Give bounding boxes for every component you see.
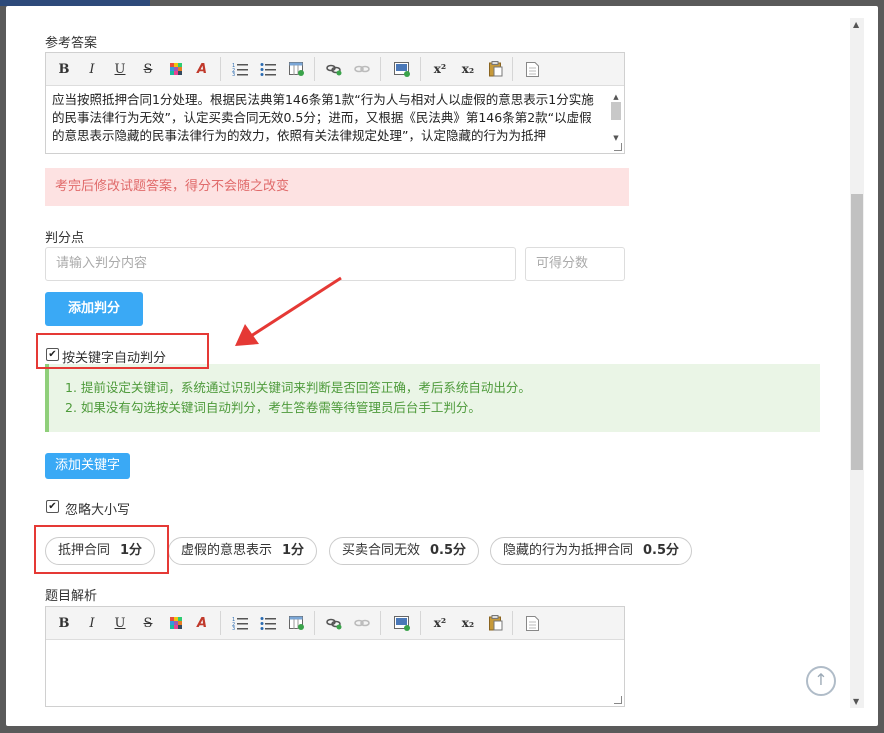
insert-table-icon[interactable] [286, 613, 306, 633]
superscript-icon[interactable]: x² [430, 59, 450, 79]
dialog-content: 参考答案 B I U S A 123 x² x₂ 应当按照抵押合同1分处理。根据… [6, 6, 848, 726]
keyword-text: 虚假的意思表示 [181, 543, 273, 558]
unordered-list-icon[interactable] [258, 59, 278, 79]
strikethrough-icon[interactable]: S [138, 59, 158, 79]
scoring-score-input[interactable]: 可得分数 [525, 247, 625, 281]
paste-icon[interactable] [486, 59, 506, 79]
strikethrough-icon[interactable]: S [138, 613, 158, 633]
bold-icon[interactable]: B [54, 59, 74, 79]
toolbar-divider [314, 611, 315, 635]
editor-toolbar: B I U S A 123 x² x₂ [46, 607, 624, 640]
keyword-score: 0.5分 [430, 543, 467, 558]
scrollbar-thumb[interactable] [851, 194, 863, 470]
add-scoring-button[interactable]: 添加判分 [45, 292, 143, 326]
keyword-text: 隐藏的行为为抵押合同 [503, 543, 634, 558]
analysis-text-area[interactable] [46, 640, 624, 704]
notice-banner: 考完后修改试题答案，得分不会随之改变 [45, 168, 629, 206]
hint-line-2: 2. 如果没有勾选按关键词自动判分，考生答卷需等待管理员后台手工判分。 [65, 400, 481, 415]
unordered-list-icon[interactable] [258, 613, 278, 633]
font-color-icon[interactable] [166, 613, 186, 633]
editor-toolbar: B I U S A 123 x² x₂ [46, 53, 624, 86]
subscript-icon[interactable]: x₂ [458, 59, 478, 79]
superscript-icon[interactable]: x² [430, 613, 450, 633]
toolbar-divider [512, 57, 513, 81]
subscript-icon[interactable]: x₂ [458, 613, 478, 633]
svg-text:3: 3 [232, 72, 235, 76]
add-keyword-button[interactable]: 添加关键字 [45, 453, 130, 479]
ordered-list-icon[interactable]: 123 [230, 613, 250, 633]
underline-icon[interactable]: U [110, 613, 130, 633]
scroll-down-arrow-icon[interactable]: ▼ [853, 697, 859, 706]
font-color-icon[interactable] [166, 59, 186, 79]
ordered-list-icon[interactable]: 123 [230, 59, 250, 79]
link-icon[interactable] [324, 613, 344, 633]
answer-text[interactable]: 应当按照抵押合同1分处理。根据民法典第146条第1款“行为人与相对人以虚假的意思… [46, 86, 624, 155]
keyword-score: 0.5分 [643, 543, 680, 558]
toolbar-divider [380, 611, 381, 635]
keyword-text: 买卖合同无效 [342, 543, 421, 558]
toolbar-divider [220, 611, 221, 635]
paste-icon[interactable] [486, 613, 506, 633]
highlight-box-keyword-auto [36, 333, 209, 369]
toolbar-divider [420, 611, 421, 635]
resize-handle[interactable] [614, 143, 622, 151]
hint-line-1: 1. 提前设定关键词，系统通过识别关键词来判断是否回答正确，考后系统自动出分。 [65, 380, 531, 395]
svg-text:3: 3 [232, 626, 235, 630]
link-icon[interactable] [324, 59, 344, 79]
unlink-icon[interactable] [352, 59, 372, 79]
analysis-label: 题目解析 [45, 589, 98, 604]
answer-editor[interactable]: B I U S A 123 x² x₂ 应当按照抵押合同1分处理。根据民法典第1… [45, 52, 625, 154]
insert-image-icon[interactable] [392, 59, 412, 79]
toolbar-divider [420, 57, 421, 81]
clear-format-icon[interactable]: A [192, 613, 212, 633]
scroll-up-arrow-icon[interactable]: ▲ [853, 20, 859, 29]
highlight-box-keyword-tag [34, 525, 169, 574]
scoring-label: 判分点 [45, 231, 85, 246]
italic-icon[interactable]: I [82, 59, 102, 79]
ignore-case-label: 忽略大小写 [65, 503, 131, 518]
toolbar-divider [380, 57, 381, 81]
answer-label: 参考答案 [45, 36, 98, 51]
scroll-to-top-icon[interactable]: ↑ [806, 666, 836, 696]
keyword-tag[interactable]: 虚假的意思表示 1分 [168, 537, 318, 565]
keyword-tag[interactable]: 买卖合同无效 0.5分 [329, 537, 480, 565]
source-icon[interactable] [522, 59, 542, 79]
ignore-case-checkbox[interactable]: ✔ [46, 500, 59, 513]
insert-table-icon[interactable] [286, 59, 306, 79]
source-icon[interactable] [522, 613, 542, 633]
bold-icon[interactable]: B [54, 613, 74, 633]
italic-icon[interactable]: I [82, 613, 102, 633]
analysis-editor[interactable]: B I U S A 123 x² x₂ [45, 606, 625, 707]
toolbar-divider [220, 57, 221, 81]
annotation-arrow [235, 276, 342, 346]
resize-handle[interactable] [614, 696, 622, 704]
keyword-hint-box: 1. 提前设定关键词，系统通过识别关键词来判断是否回答正确，考后系统自动出分。 … [45, 364, 820, 432]
keyword-tag[interactable]: 隐藏的行为为抵押合同 0.5分 [490, 537, 693, 565]
clear-format-icon[interactable]: A [192, 59, 212, 79]
underline-icon[interactable]: U [110, 59, 130, 79]
insert-image-icon[interactable] [392, 613, 412, 633]
toolbar-divider [512, 611, 513, 635]
edit-question-dialog: 参考答案 B I U S A 123 x² x₂ 应当按照抵押合同1分处理。根据… [6, 6, 878, 726]
dialog-scrollbar[interactable]: ▲ ▼ [850, 18, 864, 708]
keyword-score: 1分 [282, 543, 305, 558]
editor-scrollbar[interactable]: ▲ ▼ [610, 93, 622, 149]
toolbar-divider [314, 57, 315, 81]
unlink-icon[interactable] [352, 613, 372, 633]
